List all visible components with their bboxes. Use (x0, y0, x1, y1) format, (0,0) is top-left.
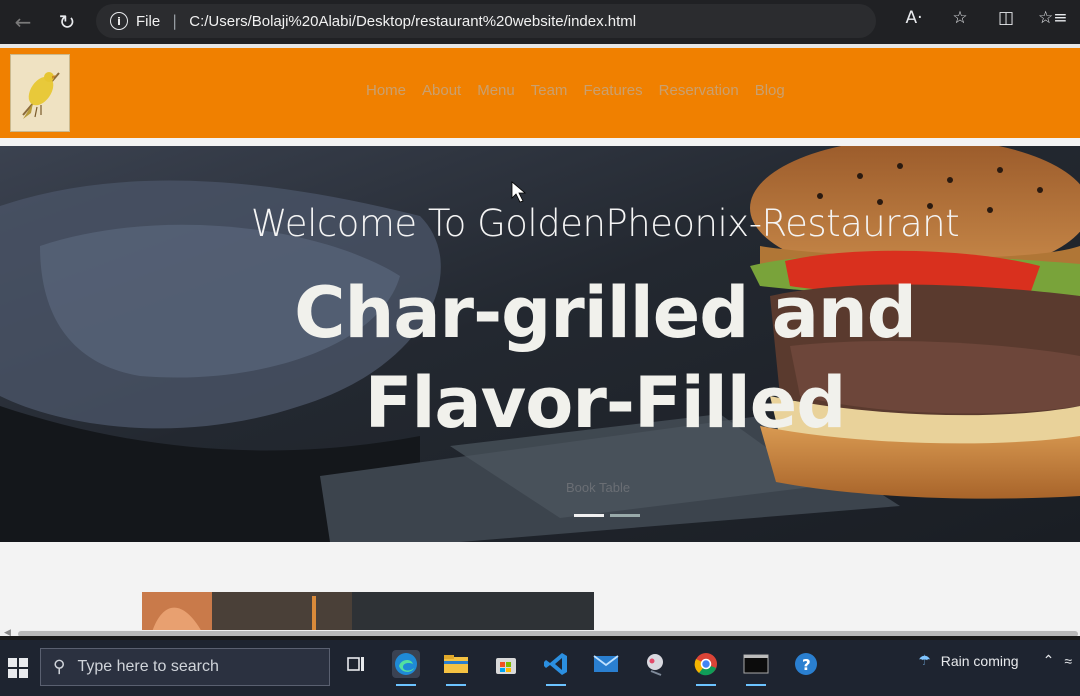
scrollbar-thumb[interactable] (18, 631, 1078, 636)
file-explorer-icon[interactable] (442, 650, 470, 686)
address-url[interactable]: C:/Users/Bolaji%20Alabi/Desktop/restaura… (189, 13, 636, 30)
windows-start-icon[interactable] (8, 658, 28, 678)
nav-blog[interactable]: Blog (755, 82, 785, 99)
hero-title-line-1: Char-grilled and (294, 272, 917, 354)
book-table-button[interactable]: Book Table (566, 480, 630, 495)
hero-title: Char-grilled and Flavor-Filled (0, 268, 1080, 448)
logo-bird-image[interactable] (10, 54, 70, 132)
page-viewport: Home About Menu Team Features Reservatio… (0, 44, 1080, 636)
taskbar-search-placeholder: Type here to search (77, 658, 219, 675)
favorites-list-icon[interactable]: ☆≡ (1038, 8, 1067, 28)
back-arrow-icon[interactable]: ← (6, 5, 40, 39)
hero-welcome-text: Welcome To GoldenPheonix-Restaurant (250, 202, 960, 245)
nav-reservation[interactable]: Reservation (659, 82, 739, 99)
scroll-left-arrow-icon[interactable]: ◀ (4, 628, 11, 636)
search-icon: ⚲ (53, 657, 66, 676)
task-view-icon[interactable] (342, 650, 370, 678)
hero-section: Welcome To GoldenPheonix-Restaurant Char… (0, 146, 1080, 542)
terminal-icon[interactable] (742, 650, 770, 686)
weather-text[interactable]: Rain coming (941, 653, 1019, 669)
vscode-icon[interactable] (542, 650, 570, 686)
horizontal-scrollbar[interactable]: ◀ (0, 628, 1080, 636)
chrome-icon[interactable] (692, 650, 720, 686)
system-tray: ☂ Rain coming ⌃ ≈ (918, 652, 1080, 669)
taskbar-apps: ? (342, 650, 820, 686)
taskbar-search-box[interactable]: ⚲ Type here to search (40, 648, 330, 686)
carousel-indicator-2[interactable] (610, 514, 640, 517)
browser-toolbar: ← ↻ i File | C:/Users/Bolaji%20Alabi/Des… (0, 0, 1080, 44)
next-section-image (142, 592, 594, 632)
address-bar[interactable]: i File | C:/Users/Bolaji%20Alabi/Desktop… (96, 4, 876, 38)
hero-title-line-2: Flavor-Filled (364, 362, 847, 444)
address-scheme: File (136, 12, 161, 30)
info-icon[interactable]: i (110, 12, 128, 30)
edge-browser-icon[interactable] (392, 650, 420, 686)
mail-icon[interactable] (592, 650, 620, 678)
nav-team[interactable]: Team (531, 82, 568, 99)
snipping-tool-icon[interactable] (642, 650, 670, 678)
browser-actions: A· ☆ ◫ ☆≡ (900, 8, 1080, 28)
nav-home[interactable]: Home (366, 82, 406, 99)
help-icon[interactable]: ? (792, 650, 820, 678)
address-separator: | (172, 12, 178, 30)
site-header: Home About Menu Team Features Reservatio… (0, 48, 1080, 138)
wifi-icon[interactable]: ≈ (1064, 653, 1072, 669)
nav-features[interactable]: Features (583, 82, 642, 99)
tray-chevron-up-icon[interactable]: ⌃ (1043, 652, 1055, 669)
favorite-star-icon[interactable]: ☆ (946, 8, 974, 28)
carousel-indicator-1[interactable] (574, 514, 604, 517)
nav-about[interactable]: About (422, 82, 461, 99)
nav-menu[interactable]: Menu (477, 82, 515, 99)
microsoft-store-icon[interactable] (492, 650, 520, 678)
weather-umbrella-icon[interactable]: ☂ (918, 652, 931, 669)
carousel-indicators (574, 514, 640, 517)
read-aloud-icon[interactable]: A· (900, 8, 928, 28)
site-nav: Home About Menu Team Features Reservatio… (366, 82, 785, 99)
svg-text:?: ? (802, 656, 811, 674)
refresh-icon[interactable]: ↻ (50, 5, 84, 39)
split-screen-icon[interactable]: ◫ (992, 8, 1020, 28)
windows-taskbar: ⚲ Type here to search ? ☂ Rain coming ⌃ … (0, 640, 1080, 696)
